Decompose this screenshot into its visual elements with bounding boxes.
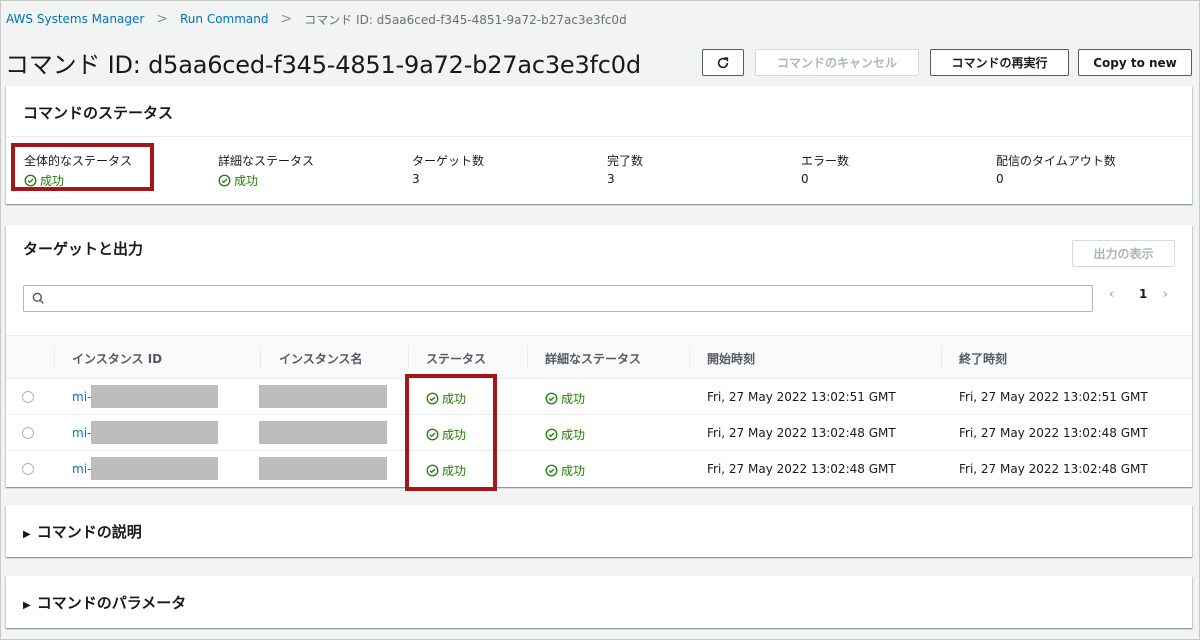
- caret-right-icon: ▶: [23, 529, 31, 540]
- column-start-time[interactable]: 開始時刻: [707, 350, 755, 367]
- check-circle-icon: [545, 428, 558, 441]
- targets-and-outputs-panel: ターゲットと出力 出力の表示 ‹ 1 › インスタンス ID インスタンス名 ス…: [6, 225, 1192, 487]
- command-status-title: コマンドのステータス: [23, 104, 174, 122]
- table-row[interactable]: mi- 成功 成功 Fri, 27 May 2022 13:02:48 GMT …: [6, 451, 1192, 487]
- command-parameters-header[interactable]: ▶ コマンドのパラメータ: [23, 592, 186, 613]
- column-separator: [527, 346, 528, 368]
- chevron-right-icon: >: [280, 11, 293, 27]
- divider: [6, 136, 1192, 137]
- column-status[interactable]: ステータス: [426, 350, 486, 367]
- column-instance-id[interactable]: インスタンス ID: [72, 350, 162, 367]
- end-time-cell: Fri, 27 May 2022 13:02:51 GMT: [959, 390, 1148, 404]
- detailed-status-cell: 成功: [545, 426, 585, 443]
- targets-title: ターゲットと出力: [23, 240, 144, 258]
- check-circle-icon: [218, 174, 231, 187]
- stat-error-count: エラー数 0: [801, 152, 849, 186]
- table-header: インスタンス ID インスタンス名 ステータス 詳細なステータス 開始時刻 終了…: [6, 335, 1192, 379]
- breadcrumb: AWS Systems Manager > Run Command > コマンド…: [6, 10, 627, 28]
- pagination-page-1[interactable]: 1: [1139, 287, 1147, 301]
- stat-label: 配信のタイムアウト数: [996, 154, 1116, 168]
- row-select-radio[interactable]: [22, 463, 34, 475]
- breadcrumb-current: コマンド ID: d5aa6ced-f345-4851-9a72-b27ac3e…: [304, 12, 627, 27]
- stat-value: 0: [801, 172, 809, 186]
- redacted-instance-name: [259, 385, 387, 408]
- redacted-instance-name: [259, 421, 387, 444]
- detailed-status-cell: 成功: [545, 390, 585, 407]
- copy-to-new-button[interactable]: Copy to new: [1078, 49, 1192, 76]
- section-title: コマンドのパラメータ: [36, 594, 187, 612]
- table-row[interactable]: mi- 成功 成功 Fri, 27 May 2022 13:02:51 GMT …: [6, 379, 1192, 415]
- row-select-radio[interactable]: [22, 427, 34, 439]
- end-time-cell: Fri, 27 May 2022 13:02:48 GMT: [959, 426, 1148, 440]
- search-input[interactable]: [50, 290, 1080, 304]
- stat-detailed-status: 詳細なステータス 成功: [218, 152, 314, 189]
- cancel-command-button[interactable]: コマンドのキャンセル: [755, 49, 919, 76]
- row-select-radio[interactable]: [22, 391, 34, 403]
- refresh-button[interactable]: [702, 49, 744, 76]
- column-separator: [941, 346, 942, 368]
- search-icon: [32, 292, 44, 304]
- breadcrumb-systems-manager[interactable]: AWS Systems Manager: [6, 12, 144, 26]
- command-description-header[interactable]: ▶ コマンドの説明: [23, 521, 142, 542]
- detailed-status-cell: 成功: [545, 462, 585, 479]
- redacted-instance-id: [91, 457, 218, 480]
- breadcrumb-run-command[interactable]: Run Command: [180, 12, 269, 26]
- stat-label: エラー数: [801, 154, 850, 168]
- page-title: コマンド ID: d5aa6ced-f345-4851-9a72-b27ac3e…: [5, 51, 641, 79]
- stat-value: 0: [996, 172, 1004, 186]
- command-description-section[interactable]: ▶ コマンドの説明: [6, 505, 1192, 557]
- stat-label: ターゲット数: [412, 154, 485, 168]
- stat-value: 成功: [218, 172, 314, 189]
- caret-right-icon: ▶: [23, 600, 31, 611]
- status-text: 成功: [561, 464, 586, 478]
- instance-id-link[interactable]: mi-: [72, 390, 91, 404]
- instance-id-link[interactable]: mi-: [72, 462, 91, 476]
- search-box[interactable]: [23, 285, 1093, 312]
- status-text: 成功: [561, 428, 586, 442]
- chevron-right-icon: >: [156, 11, 168, 27]
- column-detailed-status[interactable]: 詳細なステータス: [545, 350, 641, 367]
- column-separator: [54, 346, 55, 368]
- highlight-box-overall-status: [11, 143, 154, 191]
- column-separator: [689, 346, 690, 368]
- end-time-cell: Fri, 27 May 2022 13:02:48 GMT: [959, 462, 1148, 476]
- section-title: コマンドの説明: [36, 523, 142, 541]
- stat-value: 3: [412, 172, 420, 186]
- table-row[interactable]: mi- 成功 成功 Fri, 27 May 2022 13:02:48 GMT …: [6, 415, 1192, 451]
- command-parameters-section[interactable]: ▶ コマンドのパラメータ: [6, 576, 1192, 628]
- instance-id-link[interactable]: mi-: [72, 426, 91, 440]
- stat-target-count: ターゲット数 3: [412, 152, 484, 186]
- column-separator: [408, 346, 409, 368]
- check-circle-icon: [545, 464, 558, 477]
- start-time-cell: Fri, 27 May 2022 13:02:51 GMT: [707, 390, 896, 404]
- check-circle-icon: [545, 392, 558, 405]
- redacted-instance-name: [259, 457, 387, 480]
- start-time-cell: Fri, 27 May 2022 13:02:48 GMT: [707, 462, 896, 476]
- redacted-instance-id: [91, 385, 218, 408]
- stat-completed-count: 完了数 3: [607, 152, 643, 186]
- refresh-icon: [717, 56, 729, 68]
- column-instance-name[interactable]: インスタンス名: [279, 350, 363, 367]
- stat-delivery-timeout-count: 配信のタイムアウト数 0: [996, 152, 1116, 186]
- start-time-cell: Fri, 27 May 2022 13:02:48 GMT: [707, 426, 896, 440]
- column-end-time[interactable]: 終了時刻: [959, 350, 1007, 367]
- highlight-box-status-column: [405, 374, 497, 491]
- pagination-prev-button[interactable]: ‹: [1109, 287, 1114, 301]
- status-text: 成功: [234, 174, 259, 188]
- stat-label: 完了数: [607, 154, 644, 168]
- command-status-panel: コマンドのステータス 全体的なステータス 成功 詳細なステータス 成功 ターゲッ…: [6, 86, 1192, 204]
- show-output-button[interactable]: 出力の表示: [1072, 240, 1175, 267]
- redacted-instance-id: [91, 421, 218, 444]
- pagination-next-button[interactable]: ›: [1163, 287, 1168, 301]
- status-text: 成功: [561, 392, 586, 406]
- stat-label: 詳細なステータス: [218, 154, 315, 168]
- stat-value: 3: [607, 172, 615, 186]
- rerun-command-button[interactable]: コマンドの再実行: [930, 49, 1069, 76]
- column-separator: [260, 346, 261, 368]
